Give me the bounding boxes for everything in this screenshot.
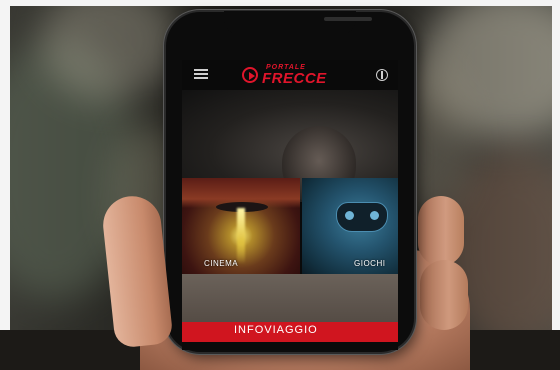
tile-cinema[interactable]: CINEMA — [182, 178, 300, 274]
top-border — [0, 0, 560, 6]
speaker — [324, 17, 372, 21]
logo-big-text: FRECCE — [262, 70, 327, 87]
light-beam-image — [237, 208, 245, 264]
app-header: PORTALE FRECCE — [182, 60, 398, 90]
left-border — [0, 0, 10, 330]
menu-icon[interactable] — [194, 69, 208, 79]
smartphone: PORTALE FRECCE CINEMA GIOCHI INFOVIAGGIO — [166, 11, 414, 352]
tile-giochi-label: GIOCHI — [354, 259, 386, 268]
phone-notch — [224, 11, 372, 35]
phone-screen: PORTALE FRECCE CINEMA GIOCHI INFOVIAGGIO — [182, 60, 398, 350]
play-icon — [242, 67, 258, 83]
finger-lower — [420, 260, 468, 330]
content-band — [182, 274, 398, 324]
portale-frecce-logo: PORTALE FRECCE — [242, 64, 352, 88]
tile-giochi[interactable]: GIOCHI — [302, 178, 398, 274]
infoviaggio-button[interactable]: INFOVIAGGIO — [182, 322, 398, 342]
language-icon[interactable] — [376, 69, 388, 81]
gamepad-icon — [336, 202, 388, 232]
finger — [418, 196, 464, 266]
infoviaggio-label: INFOVIAGGIO — [234, 324, 318, 336]
tile-cinema-label: CINEMA — [204, 259, 239, 268]
right-border — [552, 0, 560, 330]
